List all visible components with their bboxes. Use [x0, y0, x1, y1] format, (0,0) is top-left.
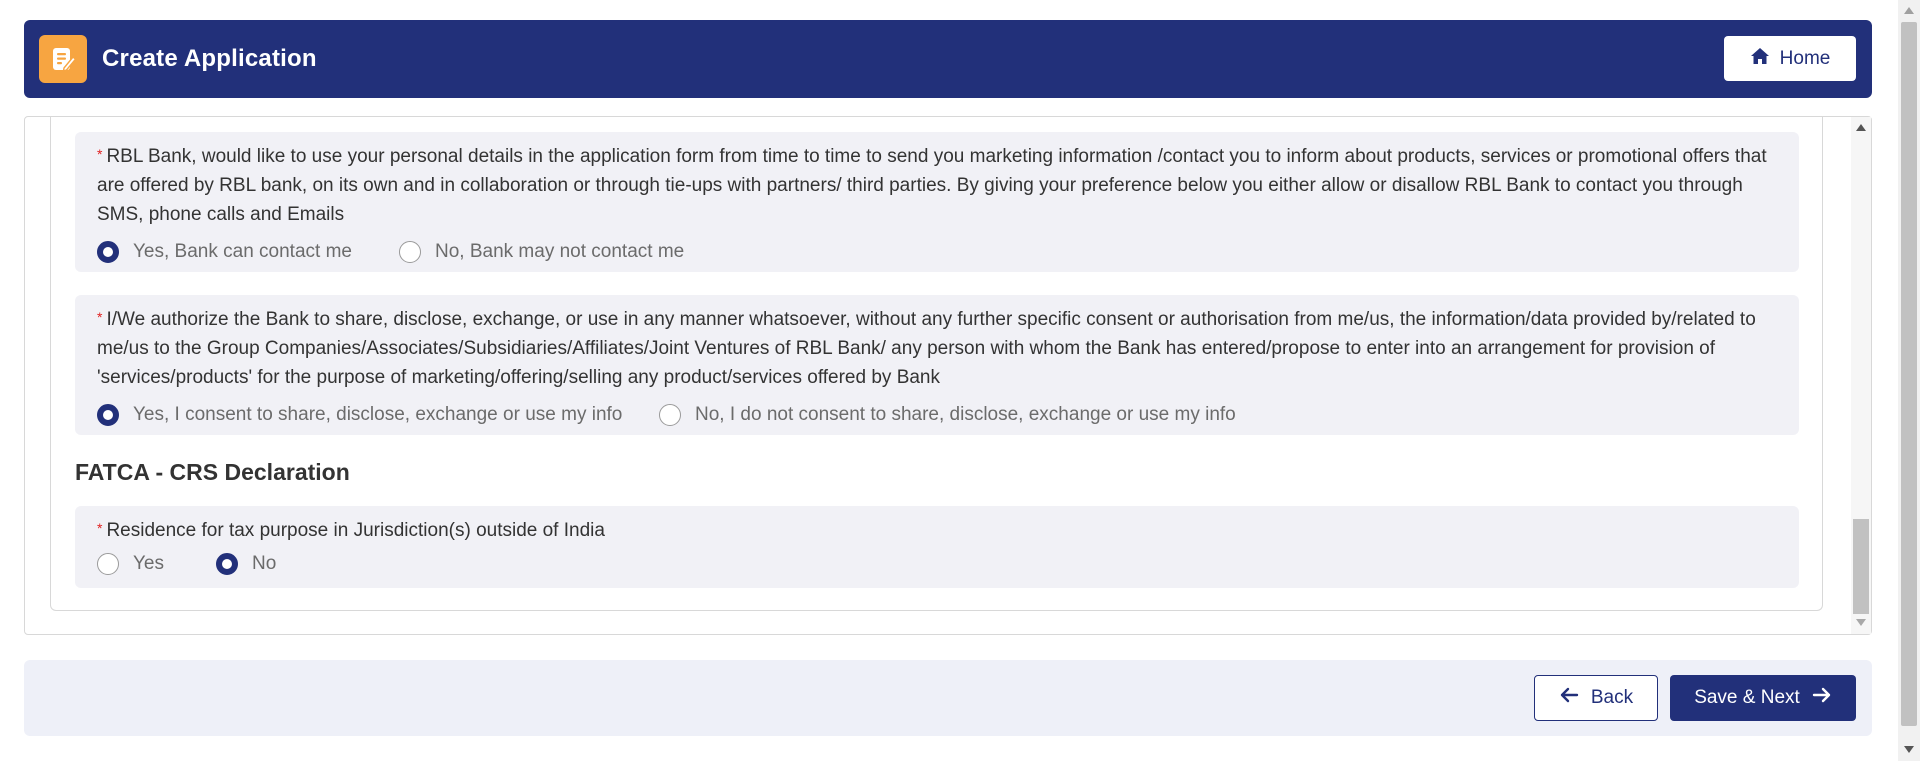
required-mark: * [97, 520, 103, 536]
home-icon [1750, 47, 1770, 71]
radio-unchecked-icon[interactable] [97, 553, 119, 575]
arrow-right-icon [1812, 687, 1832, 709]
back-button[interactable]: Back [1534, 675, 1658, 721]
required-mark: * [97, 309, 103, 325]
radio-checked-icon[interactable] [216, 553, 238, 575]
page-scroll-up-icon[interactable] [1904, 7, 1914, 14]
arrow-left-icon [1559, 687, 1579, 709]
save-next-button[interactable]: Save & Next [1670, 675, 1856, 721]
radio-label: Yes [133, 553, 164, 574]
back-button-label: Back [1590, 687, 1634, 708]
radio-marketing-yes[interactable]: Yes, Bank can contact me [97, 241, 399, 263]
page-scrollbar-thumb[interactable] [1901, 22, 1917, 726]
save-next-button-label: Save & Next [1694, 687, 1800, 708]
form-card: * RBL Bank, would like to use your person… [50, 117, 1823, 611]
radio-marketing-no[interactable]: No, Bank may not contact me [399, 241, 684, 263]
radio-fatca-yes[interactable]: Yes [97, 553, 216, 575]
fatca-residence-block: * Residence for tax purpose in Jurisdicti… [75, 506, 1799, 588]
form-footer: Back Save & Next [24, 660, 1872, 736]
fatca-section-title: FATCA - CRS Declaration [75, 459, 350, 485]
radio-checked-icon[interactable] [97, 404, 119, 426]
fatca-residence-text: Residence for tax purpose in Jurisdictio… [106, 520, 605, 541]
page-scroll-down-icon[interactable] [1904, 746, 1914, 753]
required-mark: * [97, 146, 103, 162]
fatca-residence-question: * Residence for tax purpose in Jurisdicti… [97, 516, 1777, 545]
page-title: Create Application [102, 45, 317, 72]
radio-label: No, Bank may not contact me [435, 241, 685, 262]
marketing-consent-question: * RBL Bank, would like to use your person… [97, 142, 1777, 229]
panel-scrollbar[interactable] [1851, 117, 1871, 634]
fatca-residence-options: Yes No [97, 553, 1777, 575]
radio-checked-icon[interactable] [97, 241, 119, 263]
radio-label: Yes, Bank can contact me [133, 241, 352, 262]
share-consent-block: * I/We authorize the Bank to share, discl… [75, 295, 1799, 435]
share-consent-question: * I/We authorize the Bank to share, discl… [97, 305, 1777, 392]
marketing-consent-block: * RBL Bank, would like to use your person… [75, 132, 1799, 272]
marketing-consent-options: Yes, Bank can contact me No, Bank may no… [97, 241, 1777, 263]
radio-unchecked-icon[interactable] [399, 241, 421, 263]
radio-fatca-no[interactable]: No [216, 553, 276, 575]
scroll-up-icon[interactable] [1856, 124, 1866, 131]
home-button[interactable]: Home [1724, 36, 1856, 81]
radio-label: Yes, I consent to share, disclose, excha… [133, 404, 623, 425]
scroll-down-icon[interactable] [1856, 619, 1866, 626]
radio-share-no[interactable]: No, I do not consent to share, disclose,… [659, 404, 1236, 426]
app-header: Create Application Home [24, 20, 1872, 98]
edit-document-icon [39, 35, 87, 83]
radio-share-yes[interactable]: Yes, I consent to share, disclose, excha… [97, 404, 659, 426]
radio-label: No, I do not consent to share, disclose,… [695, 404, 1236, 425]
radio-unchecked-icon[interactable] [659, 404, 681, 426]
scrollbar-thumb[interactable] [1853, 519, 1869, 614]
radio-label: No [252, 553, 277, 574]
share-consent-options: Yes, I consent to share, disclose, excha… [97, 404, 1777, 426]
share-consent-text: I/We authorize the Bank to share, disclo… [97, 309, 1756, 388]
marketing-consent-text: RBL Bank, would like to use your persona… [97, 146, 1767, 225]
home-button-label: Home [1779, 47, 1831, 69]
page-scrollbar[interactable] [1898, 0, 1920, 761]
form-scroll-panel: * RBL Bank, would like to use your person… [24, 116, 1872, 635]
